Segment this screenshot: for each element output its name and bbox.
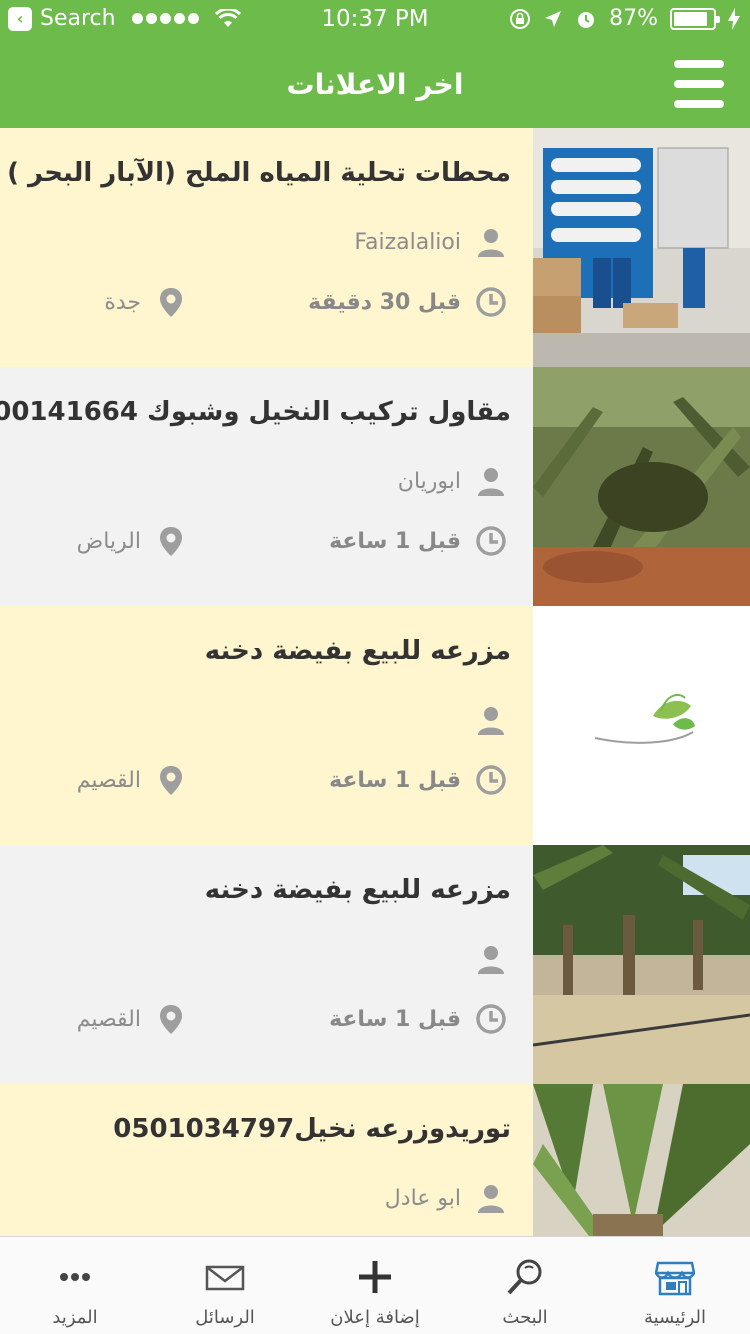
listing-time-text: قبل 1 ساعة <box>329 528 461 554</box>
listing-thumbnail[interactable] <box>533 606 750 845</box>
listing-location: القصيم <box>77 1003 187 1035</box>
tab-add-label: إضافة إعلان <box>330 1307 420 1328</box>
listing-thumbnail[interactable] <box>533 367 750 606</box>
app-header: اخر الاعلانات <box>0 40 750 128</box>
plus-icon <box>359 1261 391 1293</box>
listing-time-text: قبل 1 ساعة <box>329 1006 461 1032</box>
tab-home-label: الرئيسية <box>644 1307 706 1328</box>
listing-card[interactable]: مقاول تركيب النخيل وشبوك 0500141664 ابور… <box>0 367 750 606</box>
user-icon <box>478 468 504 496</box>
listing-location-text: القصيم <box>76 1006 141 1032</box>
listing-title[interactable]: توريدوزرعه نخيل0501034797 <box>113 1114 511 1144</box>
listing-location: الرياض <box>77 525 187 557</box>
user-icon <box>478 1185 504 1213</box>
status-right: 87% <box>509 6 740 31</box>
listing-card[interactable]: مزرعه للبيع بفيضة دخنه قبل 1 ساعة القصيم <box>0 845 750 1084</box>
listing-thumbnail[interactable] <box>533 845 750 1084</box>
listing-time: قبل 1 ساعة <box>329 525 507 557</box>
listing-card[interactable]: محطات تحلية المياه الملح (الآبار البحر )… <box>0 128 750 367</box>
listing-body: مقاول تركيب النخيل وشبوك 0500141664 ابور… <box>0 367 533 606</box>
alarm-icon <box>578 11 595 28</box>
listing-meta: قبل 1 ساعة الرياض <box>77 525 507 557</box>
listing-title[interactable]: محطات تحلية المياه الملح (الآبار البحر ) <box>7 158 511 188</box>
listing-location: القصيم <box>77 764 187 796</box>
clock-icon <box>476 526 506 556</box>
bottom-tab-bar: المزيد الرسائل إضافة إعلان البحث الرئيسي… <box>0 1236 750 1334</box>
listing-title[interactable]: مزرعه للبيع بفيضة دخنه <box>205 636 511 666</box>
listing-title[interactable]: مقاول تركيب النخيل وشبوك 0500141664 <box>0 397 511 427</box>
location-pin-icon <box>160 527 182 556</box>
tab-home[interactable]: الرئيسية <box>600 1237 750 1334</box>
listing-thumbnail[interactable] <box>533 1084 750 1236</box>
listing-location-text: القصيم <box>76 767 141 793</box>
listing-location: جدة <box>104 286 187 318</box>
listing-meta: قبل 30 دقيقة جدة <box>104 286 507 318</box>
charging-icon <box>728 7 740 30</box>
storefront-icon <box>655 1261 695 1296</box>
listing-author-name: ابو عادل <box>384 1185 461 1211</box>
clock-icon <box>476 765 506 795</box>
tab-more-label: المزيد <box>52 1307 98 1328</box>
listing-location-text: الرياض <box>76 528 141 554</box>
location-arrow-icon <box>545 10 562 27</box>
listing-author-name: Faizalalioi <box>354 229 461 255</box>
page-title: اخر الاعلانات <box>286 68 464 101</box>
listing-body: مزرعه للبيع بفيضة دخنه قبل 1 ساعة القصيم <box>0 845 533 1084</box>
clock-icon <box>476 287 506 317</box>
user-icon <box>478 229 504 257</box>
tab-messages-label: الرسائل <box>195 1307 255 1328</box>
tab-messages[interactable]: الرسائل <box>150 1237 300 1334</box>
battery-percent: 87% <box>609 6 658 31</box>
listing-time-text: قبل 1 ساعة <box>329 767 461 793</box>
listing-author: Faizalalioi <box>354 226 507 258</box>
battery-icon <box>670 7 720 30</box>
listings-list: محطات تحلية المياه الملح (الآبار البحر )… <box>0 128 750 1236</box>
listing-time-text: قبل 30 دقيقة <box>308 289 461 315</box>
listing-time: قبل 1 ساعة <box>329 1003 507 1035</box>
listing-author <box>461 943 507 975</box>
listing-body: توريدوزرعه نخيل0501034797 ابو عادل <box>0 1084 533 1236</box>
envelope-icon <box>205 1265 245 1291</box>
listing-meta: قبل 1 ساعة القصيم <box>77 764 507 796</box>
listing-thumbnail[interactable] <box>533 128 750 367</box>
listing-title[interactable]: مزرعه للبيع بفيضة دخنه <box>205 875 511 905</box>
location-pin-icon <box>160 1005 182 1034</box>
location-pin-icon <box>160 288 182 317</box>
listing-time: قبل 1 ساعة <box>329 764 507 796</box>
more-dots-icon <box>60 1273 90 1281</box>
user-icon <box>478 946 504 974</box>
listing-body: مزرعه للبيع بفيضة دخنه قبل 1 ساعة القصيم <box>0 606 533 845</box>
listing-location-text: جدة <box>104 289 141 315</box>
user-icon <box>478 707 504 735</box>
tab-add-listing[interactable]: إضافة إعلان <box>300 1237 450 1334</box>
tab-search[interactable]: البحث <box>450 1237 600 1334</box>
location-pin-icon <box>160 766 182 795</box>
listing-card[interactable]: مزرعه للبيع بفيضة دخنه قبل 1 ساعة القصيم <box>0 606 750 845</box>
tab-search-label: البحث <box>502 1307 548 1328</box>
listing-author <box>461 704 507 736</box>
hamburger-menu-icon[interactable] <box>674 60 724 108</box>
listing-author-name: ابوريان <box>397 468 461 494</box>
listing-author: ابو عادل <box>385 1182 507 1214</box>
search-icon <box>507 1259 542 1295</box>
orientation-lock-icon <box>510 8 531 29</box>
tab-more[interactable]: المزيد <box>0 1237 150 1334</box>
almazare-logo <box>533 606 750 845</box>
clock-icon <box>476 1004 506 1034</box>
listing-meta: قبل 1 ساعة القصيم <box>77 1003 507 1035</box>
listing-author: ابوريان <box>398 465 507 497</box>
listing-time: قبل 30 دقيقة <box>308 286 507 318</box>
status-bar: ‹ Search 10:37 PM 87% <box>0 0 750 40</box>
listing-body: محطات تحلية المياه الملح (الآبار البحر )… <box>0 128 533 367</box>
listing-card[interactable]: توريدوزرعه نخيل0501034797 ابو عادل <box>0 1084 750 1236</box>
